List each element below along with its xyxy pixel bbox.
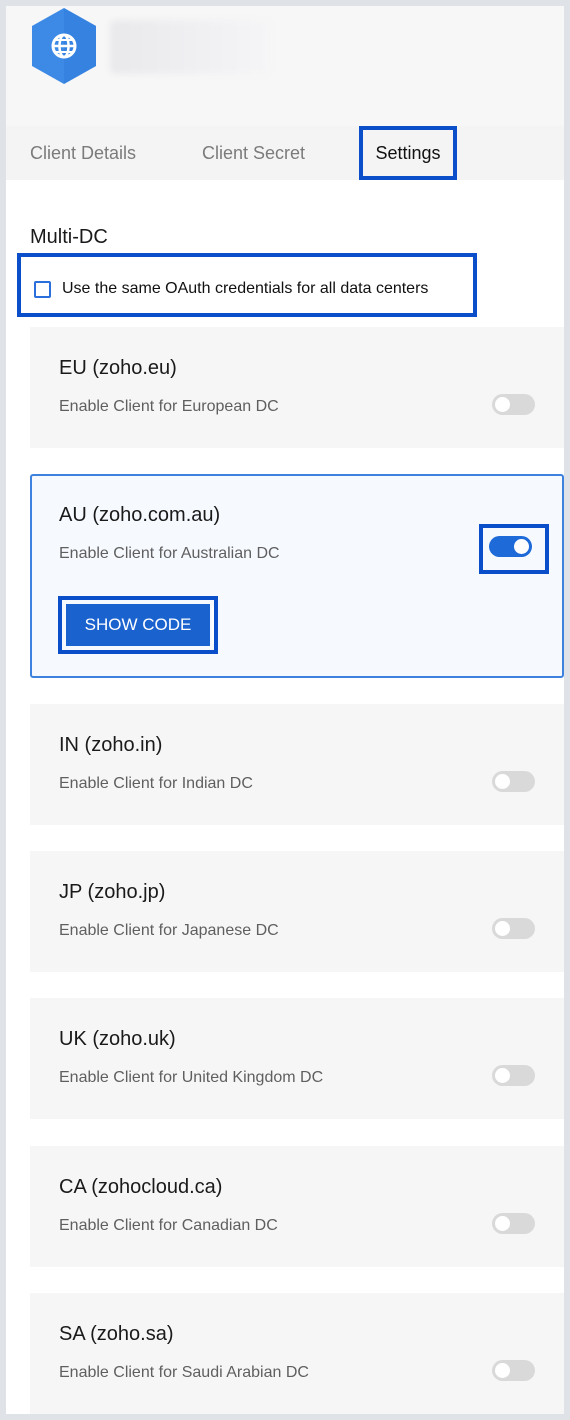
app-panel: Client Details Client Secret Settings Mu…	[6, 6, 564, 1414]
tab-bar: Client Details Client Secret Settings	[6, 126, 564, 180]
globe-hexagon-icon	[32, 8, 96, 84]
dc-toggle-ca[interactable]	[492, 1213, 535, 1234]
app-header	[6, 6, 564, 126]
tab-client-secret[interactable]: Client Secret	[202, 126, 305, 180]
dc-title: SA (zoho.sa)	[59, 1323, 174, 1345]
dc-card-au: AU (zoho.com.au) Enable Client for Austr…	[30, 474, 564, 678]
toggle-knob	[514, 539, 529, 554]
dc-toggle-uk[interactable]	[492, 1065, 535, 1086]
same-credentials-checkbox[interactable]	[34, 281, 51, 298]
toggle-knob	[495, 397, 510, 412]
dc-toggle-jp[interactable]	[492, 918, 535, 939]
dc-title: IN (zoho.in)	[59, 734, 163, 756]
toggle-knob	[495, 774, 510, 789]
dc-card-eu: EU (zoho.eu) Enable Client for European …	[30, 327, 564, 448]
same-credentials-label[interactable]: Use the same OAuth credentials for all d…	[62, 280, 428, 298]
dc-title: CA (zohocloud.ca)	[59, 1176, 223, 1198]
show-code-highlight: SHOW CODE	[58, 596, 218, 654]
dc-card-uk: UK (zoho.uk) Enable Client for United Ki…	[30, 998, 564, 1119]
tab-settings[interactable]: Settings	[359, 126, 457, 180]
dc-title: UK (zoho.uk)	[59, 1028, 176, 1050]
toggle-knob	[495, 1216, 510, 1231]
dc-card-ca: CA (zohocloud.ca) Enable Client for Cana…	[30, 1146, 564, 1267]
app-name-redacted	[110, 20, 270, 74]
dc-card-jp: JP (zoho.jp) Enable Client for Japanese …	[30, 851, 564, 972]
dc-toggle-eu[interactable]	[492, 394, 535, 415]
toggle-knob	[495, 1363, 510, 1378]
dc-card-in: IN (zoho.in) Enable Client for Indian DC	[30, 704, 564, 825]
tab-client-details[interactable]: Client Details	[30, 126, 136, 180]
dc-toggle-sa[interactable]	[492, 1360, 535, 1381]
dc-description: Enable Client for Australian DC	[59, 545, 280, 562]
dc-toggle-highlight	[479, 524, 549, 574]
dc-description: Enable Client for Japanese DC	[59, 922, 279, 939]
dc-description: Enable Client for United Kingdom DC	[59, 1069, 324, 1086]
dc-description: Enable Client for Canadian DC	[59, 1217, 278, 1234]
dc-title: EU (zoho.eu)	[59, 357, 177, 379]
dc-description: Enable Client for Indian DC	[59, 775, 253, 792]
dc-toggle-au[interactable]	[489, 536, 532, 557]
dc-title: JP (zoho.jp)	[59, 881, 166, 903]
show-code-button[interactable]: SHOW CODE	[66, 604, 214, 646]
dc-card-sa: SA (zoho.sa) Enable Client for Saudi Ara…	[30, 1293, 564, 1414]
dc-description: Enable Client for European DC	[59, 398, 279, 415]
section-title-multi-dc: Multi-DC	[30, 226, 108, 248]
toggle-knob	[495, 921, 510, 936]
dc-description: Enable Client for Saudi Arabian DC	[59, 1364, 309, 1381]
dc-title: AU (zoho.com.au)	[59, 504, 221, 526]
same-credentials-option[interactable]: Use the same OAuth credentials for all d…	[17, 253, 477, 317]
dc-toggle-in[interactable]	[492, 771, 535, 792]
toggle-knob	[495, 1068, 510, 1083]
